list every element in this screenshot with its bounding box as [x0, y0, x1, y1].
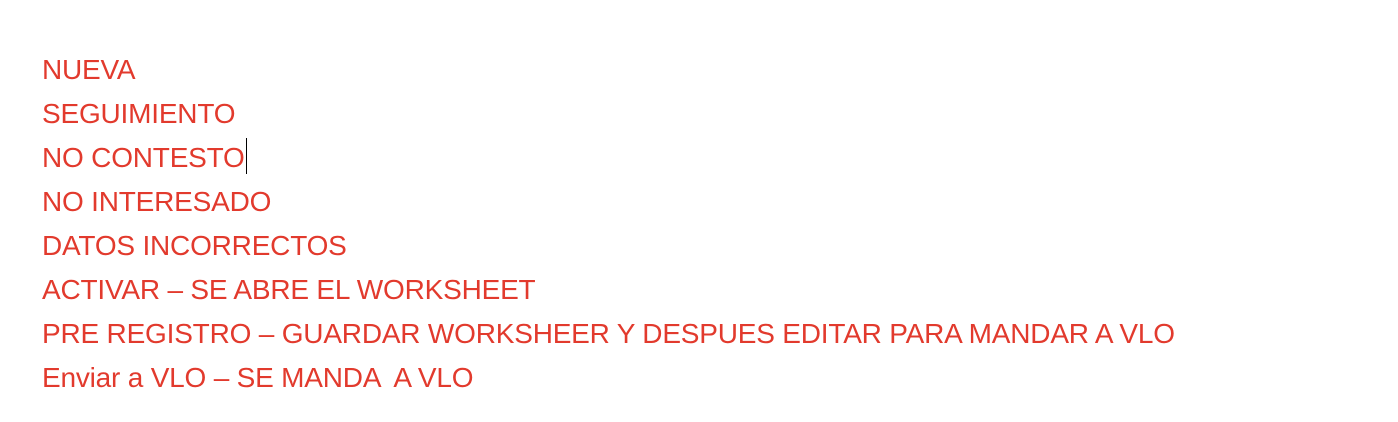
text-line-seguimiento[interactable]: SEGUIMIENTO — [42, 92, 1372, 136]
text-line-no-contesto[interactable]: NO CONTESTO — [42, 136, 1372, 180]
text-cursor — [245, 138, 248, 174]
text-line-activar[interactable]: ACTIVAR – SE ABRE EL WORKSHEET — [42, 268, 1372, 312]
text-line-datos-incorrectos[interactable]: DATOS INCORRECTOS — [42, 224, 1372, 268]
text-line-datos-incorrectos-label: DATOS INCORRECTOS — [42, 230, 347, 261]
text-line-seguimiento-label: SEGUIMIENTO — [42, 98, 236, 129]
text-line-no-interesado[interactable]: NO INTERESADO — [42, 180, 1372, 224]
text-line-nueva[interactable]: NUEVA — [42, 48, 1372, 92]
text-line-no-contesto-label: NO CONTESTO — [42, 142, 245, 173]
text-line-nueva-label: NUEVA — [42, 54, 136, 85]
text-line-pre-registro[interactable]: PRE REGISTRO – GUARDAR WORKSHEER Y DESPU… — [42, 312, 1372, 356]
text-line-enviar-a-vlo-label: Enviar a VLO – SE MANDA A VLO — [42, 362, 474, 393]
text-line-activar-label: ACTIVAR – SE ABRE EL WORKSHEET — [42, 274, 536, 305]
document-page[interactable]: NUEVA SEGUIMIENTO NO CONTESTO NO INTERES… — [0, 0, 1398, 422]
text-line-no-interesado-label: NO INTERESADO — [42, 186, 272, 217]
document-body[interactable]: NUEVA SEGUIMIENTO NO CONTESTO NO INTERES… — [42, 48, 1372, 400]
text-line-pre-registro-label: PRE REGISTRO – GUARDAR WORKSHEER Y DESPU… — [42, 318, 1175, 349]
text-line-enviar-a-vlo[interactable]: Enviar a VLO – SE MANDA A VLO — [42, 356, 1372, 400]
